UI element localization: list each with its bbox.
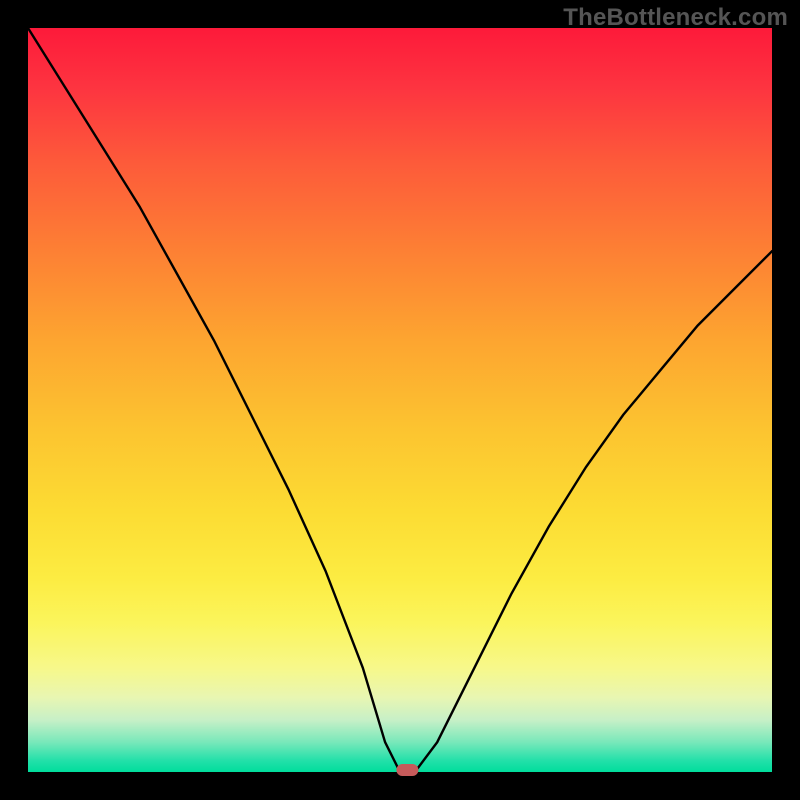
watermark-text: TheBottleneck.com [563, 4, 788, 32]
curve-svg [28, 28, 772, 772]
bottleneck-curve-right [400, 251, 772, 772]
chart-frame: TheBottleneck.com [0, 0, 800, 800]
minimum-marker [396, 764, 418, 776]
plot-area [28, 28, 772, 772]
bottleneck-curve-left [28, 28, 415, 772]
